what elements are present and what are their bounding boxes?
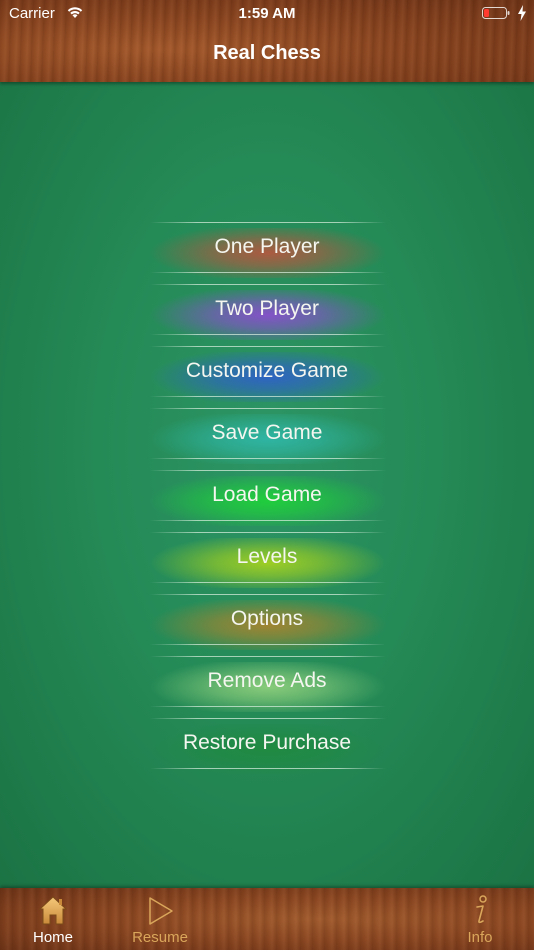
tab-resume-label: Resume xyxy=(132,929,188,946)
divider xyxy=(150,222,386,223)
status-bar: Carrier 1:59 AM xyxy=(0,0,534,28)
felt-main-area: One Player Two Player Customize Game Sav… xyxy=(0,82,534,888)
header: Carrier 1:59 AM Real Chess xyxy=(0,0,534,82)
two-player-button[interactable]: Two Player xyxy=(0,284,534,346)
levels-label: Levels xyxy=(236,545,298,568)
tab-home[interactable]: Home xyxy=(0,888,106,950)
remove-ads-label: Remove Ads xyxy=(207,669,327,692)
divider xyxy=(150,346,386,347)
clock: 1:59 AM xyxy=(238,5,296,22)
divider xyxy=(150,706,386,707)
divider xyxy=(150,768,386,769)
divider xyxy=(150,458,386,459)
tab-bar: Home Resume Info xyxy=(0,888,534,950)
restore-purchase-button[interactable]: Restore Purchase xyxy=(0,718,534,780)
divider xyxy=(150,334,386,335)
levels-button[interactable]: Levels xyxy=(0,532,534,594)
divider xyxy=(150,284,386,285)
options-button[interactable]: Options xyxy=(0,594,534,656)
load-game-button[interactable]: Load Game xyxy=(0,470,534,532)
one-player-label: One Player xyxy=(214,235,320,258)
battery-low-icon xyxy=(482,7,510,19)
options-label: Options xyxy=(230,607,304,630)
tab-home-label: Home xyxy=(32,929,73,946)
one-player-button[interactable]: One Player xyxy=(0,222,534,284)
customize-game-label: Customize Game xyxy=(185,359,349,382)
tab-resume[interactable]: Resume xyxy=(107,888,213,950)
save-game-label: Save Game xyxy=(211,421,323,444)
divider xyxy=(150,644,386,645)
two-player-label: Two Player xyxy=(215,297,319,320)
main-menu: One Player Two Player Customize Game Sav… xyxy=(0,222,534,780)
divider xyxy=(150,656,386,657)
tab-info[interactable]: Info xyxy=(427,888,533,950)
restore-purchase-label: Restore Purchase xyxy=(182,731,352,754)
customize-game-button[interactable]: Customize Game xyxy=(0,346,534,408)
tab-info-label: Info xyxy=(467,929,493,946)
play-icon xyxy=(149,897,173,925)
divider xyxy=(150,408,386,409)
divider xyxy=(150,272,386,273)
info-icon xyxy=(476,895,487,924)
charging-bolt-icon xyxy=(518,5,526,21)
divider xyxy=(150,532,386,533)
home-icon xyxy=(38,896,68,925)
divider xyxy=(150,718,386,719)
divider xyxy=(150,520,386,521)
load-game-label: Load Game xyxy=(212,483,322,506)
save-game-button[interactable]: Save Game xyxy=(0,408,534,470)
divider xyxy=(150,594,386,595)
remove-ads-button[interactable]: Remove Ads xyxy=(0,656,534,718)
divider xyxy=(150,396,386,397)
divider xyxy=(150,470,386,471)
divider xyxy=(150,582,386,583)
page-title: Real Chess xyxy=(213,42,321,64)
